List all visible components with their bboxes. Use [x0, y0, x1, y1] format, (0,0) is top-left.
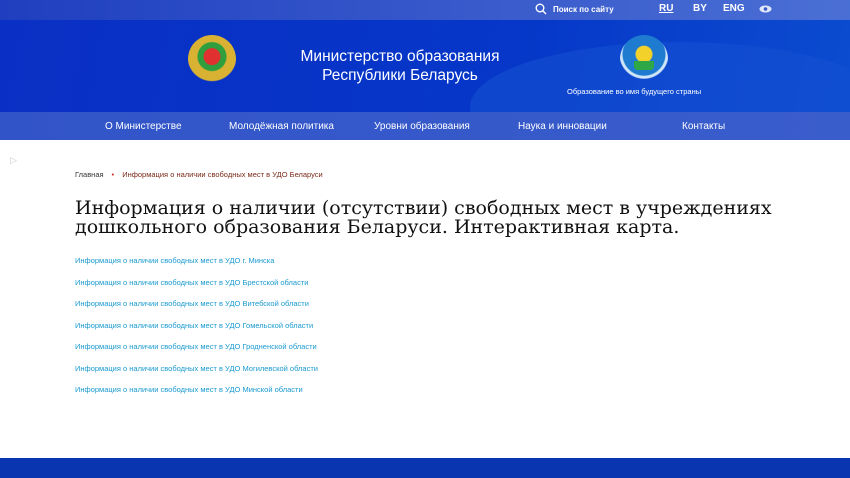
lang-ru[interactable]: RU: [659, 3, 673, 14]
title-line-2: Республики Беларусь: [322, 67, 478, 84]
nav-item-science[interactable]: Наука и инновации: [518, 121, 607, 132]
nav-item-youth-policy[interactable]: Молодёжная политика: [229, 121, 334, 132]
book-icon: [634, 61, 654, 70]
search-label: Поиск по сайту: [553, 4, 614, 14]
breadcrumb-home[interactable]: Главная: [75, 170, 104, 179]
region-links: Информация о наличии свободных мест в УД…: [75, 256, 318, 407]
footer: [0, 458, 850, 478]
slogan: Образование во имя будущего страны: [567, 87, 702, 96]
link-grodno-region[interactable]: Информация о наличии свободных мест в УД…: [75, 342, 318, 364]
lang-by[interactable]: BY: [693, 3, 707, 14]
state-emblem-logo[interactable]: [188, 35, 236, 83]
link-minsk-city[interactable]: Информация о наличии свободных мест в УД…: [75, 256, 318, 278]
link-brest-region[interactable]: Информация о наличии свободных мест в УД…: [75, 278, 318, 300]
nav-item-ministry[interactable]: О Министерстве: [105, 121, 182, 132]
site-header: Министерство образования Республики Бела…: [0, 20, 850, 112]
page-title: Информация о наличии (отсутствии) свобод…: [75, 197, 772, 238]
breadcrumb: Главная • Информация о наличии свободных м…: [75, 170, 323, 179]
breadcrumb-current: Информация о наличии свободных мест в УД…: [122, 170, 323, 179]
breadcrumb-separator: •: [111, 170, 115, 179]
top-bar: Поиск по сайту RU BY ENG: [0, 0, 850, 20]
lang-eng[interactable]: ENG: [723, 3, 745, 14]
cursor-icon: ▷: [10, 155, 17, 165]
link-minsk-region[interactable]: Информация о наличии свободных мест в УД…: [75, 385, 318, 407]
site-title[interactable]: Министерство образования Республики Бела…: [285, 47, 515, 85]
link-mogilev-region[interactable]: Информация о наличии свободных мест в УД…: [75, 364, 318, 386]
search-button[interactable]: Поиск по сайту: [535, 3, 614, 15]
title-line-1: Министерство образования: [300, 48, 500, 65]
link-vitebsk-region[interactable]: Информация о наличии свободных мест в УД…: [75, 299, 318, 321]
nav-item-contacts[interactable]: Контакты: [682, 121, 725, 132]
search-icon: [535, 3, 547, 15]
education-logo: [620, 35, 668, 83]
eye-icon[interactable]: [759, 4, 772, 14]
link-gomel-region[interactable]: Информация о наличии свободных мест в УД…: [75, 321, 318, 343]
main-nav: О Министерстве Молодёжная политика Уровн…: [0, 112, 850, 140]
nav-item-education-levels[interactable]: Уровни образования: [374, 121, 470, 132]
